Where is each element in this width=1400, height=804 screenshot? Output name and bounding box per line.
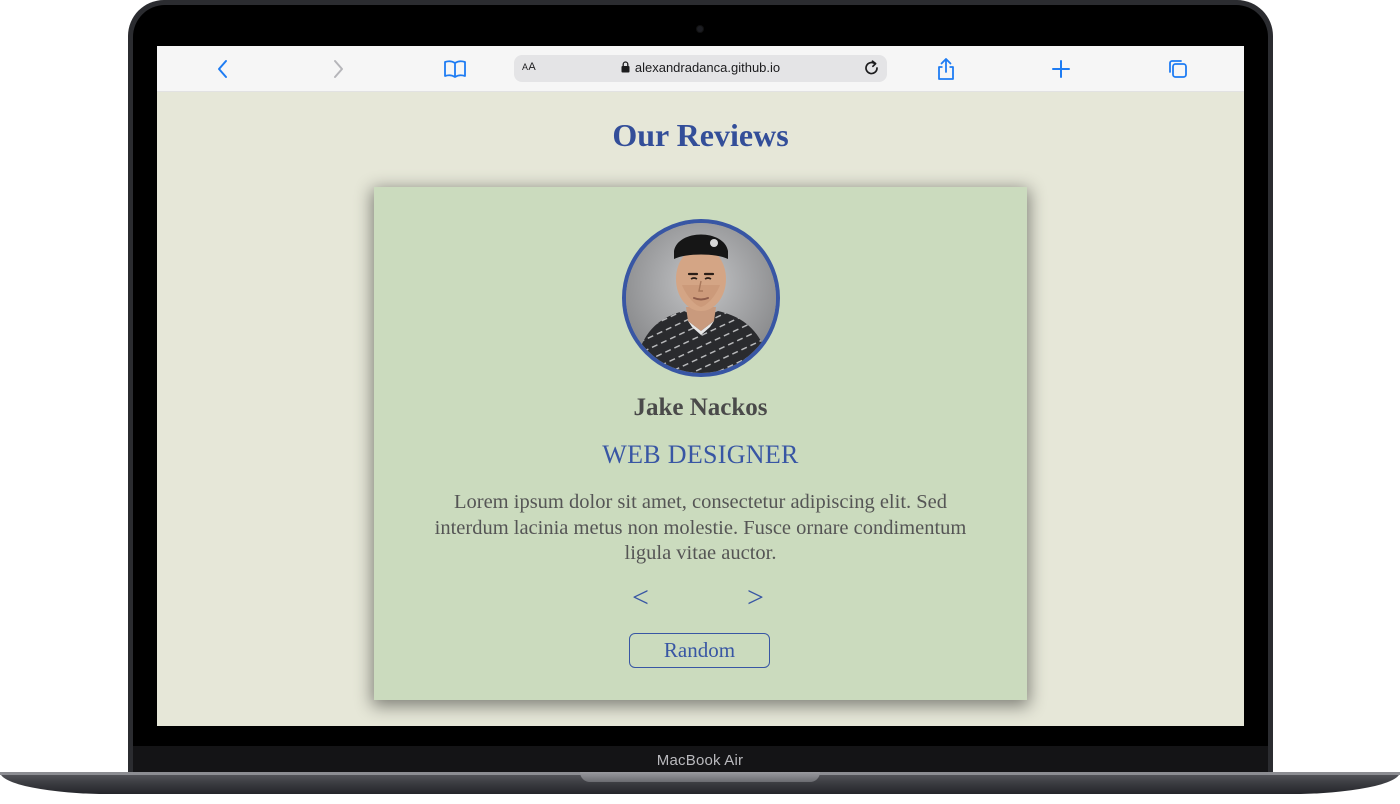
device-label: MacBook Air <box>656 752 744 769</box>
lock-icon <box>621 61 630 73</box>
web-page: Our Reviews Jake Nackos WEB DESIGNER Lor… <box>157 91 1244 726</box>
new-tab-button[interactable] <box>1048 56 1074 82</box>
back-button[interactable] <box>210 56 236 82</box>
bookmarks-button[interactable] <box>442 56 468 82</box>
address-bar[interactable]: AA alexandradanca.github.io <box>514 55 887 82</box>
review-text: Lorem ipsum dolor sit amet, consectetur … <box>434 491 967 564</box>
chevron-left-icon <box>218 60 227 78</box>
url-display[interactable]: alexandradanca.github.io <box>514 60 887 75</box>
url-text: alexandradanca.github.io <box>634 60 781 75</box>
reviewer-name: Jake Nackos <box>633 394 768 421</box>
person-photo <box>626 223 776 373</box>
tabs-overview-button[interactable] <box>1165 56 1191 82</box>
avatar <box>622 219 780 377</box>
page-title: Our Reviews <box>612 117 789 153</box>
chevron-right-icon <box>334 60 343 78</box>
prev-button[interactable]: < <box>632 581 649 615</box>
book-icon <box>444 60 466 78</box>
camera-icon <box>697 26 703 32</box>
share-icon <box>938 58 954 80</box>
reload-icon[interactable] <box>862 58 882 78</box>
reviewer-role: WEB DESIGNER <box>602 440 799 469</box>
random-button[interactable]: Random <box>629 633 770 668</box>
tabs-icon <box>1169 60 1187 78</box>
review-card: Jake Nackos WEB DESIGNER Lorem ipsum dol… <box>374 187 1027 700</box>
browser-screen: AA alexandradanca.github.io Our Reviews <box>157 46 1244 726</box>
next-button[interactable]: > <box>747 581 764 615</box>
share-button[interactable] <box>933 56 959 82</box>
laptop-notch <box>580 772 820 782</box>
plus-icon <box>1052 60 1070 78</box>
forward-button[interactable] <box>325 56 351 82</box>
browser-toolbar: AA alexandradanca.github.io <box>157 46 1244 92</box>
